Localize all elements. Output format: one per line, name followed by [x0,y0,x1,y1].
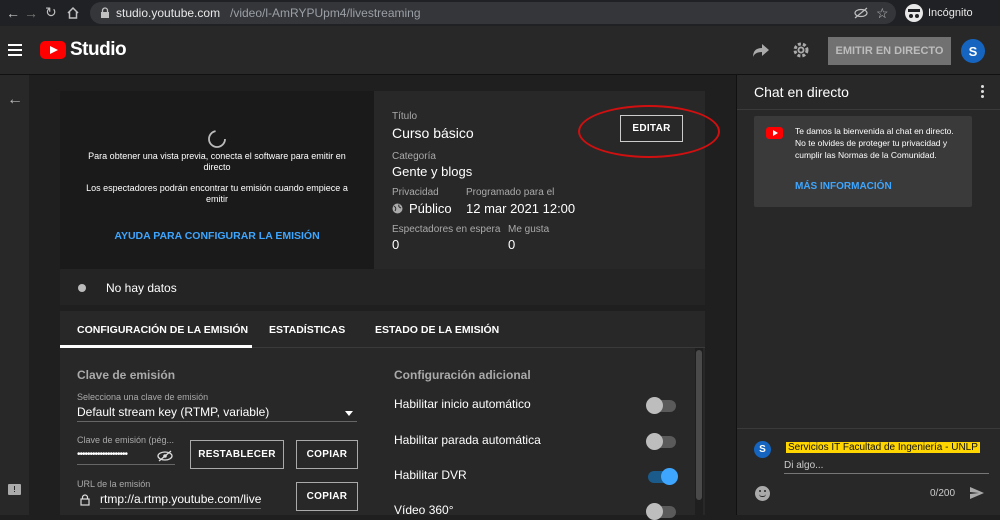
studio-logo-text: Studio [70,39,127,60]
incognito-label: Incógnito [928,7,973,19]
video-360-toggle[interactable] [646,503,676,520]
stream-url-label: URL de la emisión [77,479,151,489]
scrollbar-thumb[interactable] [696,350,702,500]
home-icon[interactable] [66,6,80,20]
auto-stop-label: Habilitar parada automática [394,433,541,447]
dvr-toggle[interactable] [648,468,678,485]
dvr-label: Habilitar DVR [394,468,467,482]
copy-url-button[interactable]: COPIAR [296,482,358,511]
youtube-logo-icon [766,127,783,139]
scheduled-label: Programado para el [466,187,555,198]
left-rail: ← [0,75,29,515]
tab-bar: CONFIGURACIÓN DE LA EMISIÓN ESTADÍSTICAS… [60,311,705,348]
category-value: Gente y blogs [392,164,473,179]
chat-input-divider [737,428,1000,429]
stream-details-panel: Título Curso básico EDITAR Categoría Gen… [374,91,720,269]
more-info-link[interactable]: MÁS INFORMACIÓN [795,181,892,192]
incognito-icon [905,4,923,22]
status-row: No hay datos [60,269,705,305]
send-icon[interactable] [969,486,985,500]
welcome-card: Te damos la bienvenida al chat en direct… [754,116,972,207]
chat-message-input[interactable]: Di algo... [784,458,989,474]
char-counter: 0/200 [930,488,956,499]
stream-key-select-value: Default stream key (RTMP, variable) [77,405,270,419]
feedback-icon[interactable] [8,484,21,495]
go-live-button[interactable]: EMITIR EN DIRECTO [828,37,951,65]
likes-label: Me gusta [508,224,550,235]
url-domain: studio.youtube.com [116,6,221,20]
tab-statistics[interactable]: ESTADÍSTICAS [269,324,345,336]
auto-stop-toggle[interactable] [646,433,676,450]
forward-arrow-icon[interactable]: → [24,6,38,20]
stream-key-title: Clave de emisión [77,368,176,382]
reload-icon[interactable]: ↻ [45,5,57,19]
status-text: No hay datos [106,281,177,295]
chat-divider [737,109,1000,110]
stream-key-field-label: Clave de emisión (pég... [77,435,175,445]
stream-key-select-label: Selecciona una clave de emisión [77,392,209,402]
additional-settings-title: Configuración adicional [394,368,531,382]
lock-icon [101,7,109,18]
avatar[interactable]: S [961,39,985,63]
star-icon[interactable]: ☆ [876,6,889,20]
copy-key-button[interactable]: COPIAR [296,440,358,469]
tab-stream-settings[interactable]: CONFIGURACIÓN DE LA EMISIÓN [77,324,248,336]
auto-start-toggle[interactable] [646,397,676,414]
chat-title: Chat en directo [754,84,849,100]
menu-icon[interactable] [8,44,22,56]
back-arrow-icon[interactable]: ← [6,6,20,20]
stream-key-value: •••••••••••••••••••• [77,449,128,460]
scrollbar[interactable] [695,348,703,515]
chat-author-label: Servicios IT Facultad de Ingeniería - UN… [786,442,980,453]
privacy-value: Público [409,201,452,216]
youtube-logo-icon[interactable] [40,41,66,59]
dropdown-arrow-icon [345,411,353,416]
title-label: Título [392,111,418,122]
help-setup-link[interactable]: AYUDA PARA CONFIGURAR LA EMISIÓN [60,230,374,242]
visibility-off-icon[interactable] [157,450,173,462]
stream-url-field[interactable]: rtmp://a.rtmp.youtube.com/live [100,491,261,509]
tab-stream-health[interactable]: ESTADO DE LA EMISIÓN [375,324,499,336]
url-path: /video/l-AmRYPUpm4/livestreaming [230,6,421,20]
gear-icon[interactable] [792,41,810,59]
welcome-text: Te damos la bienvenida al chat en direct… [795,126,954,160]
browser-toolbar: ← → ↻ studio.youtube.com /video/l-AmRYPU… [0,0,1000,26]
eye-off-icon[interactable] [854,7,868,19]
settings-panel: CONFIGURACIÓN DE LA EMISIÓN ESTADÍSTICAS… [60,311,705,520]
title-value: Curso básico [392,125,474,141]
reset-key-button[interactable]: RESTABLECER [190,440,284,469]
globe-icon [392,203,403,214]
stream-key-select[interactable]: Default stream key (RTMP, variable) [77,404,357,422]
lock-icon [80,494,90,506]
scheduled-value: 12 mar 2021 12:00 [466,201,576,216]
chat-input-placeholder: Di algo... [784,460,824,471]
studio-header: Studio EMITIR EN DIRECTO S [0,26,1000,75]
emoji-icon[interactable] [755,486,770,501]
loading-spinner-icon [208,130,226,148]
auto-start-label: Habilitar inicio automático [394,397,531,411]
preview-panel: Para obtener una vista previa, conecta e… [60,91,374,269]
waiting-viewers-value: 0 [392,237,400,252]
status-dot-icon [78,284,86,292]
preview-hint-text: Para obtener una vista previa, conecta e… [88,151,346,172]
waiting-viewers-label: Espectadores en espera [392,224,501,235]
stream-url-value: rtmp://a.rtmp.youtube.com/live [100,492,261,506]
highlight-annotation [578,105,720,158]
back-icon[interactable]: ← [7,91,23,109]
likes-value: 0 [508,237,516,252]
live-chat-panel: Chat en directo Te damos la bienvenida a… [736,75,1000,515]
address-bar[interactable]: studio.youtube.com /video/l-AmRYPUpm4/li… [90,2,896,24]
privacy-label: Privacidad [392,187,439,198]
chat-author-name: Servicios IT Facultad de Ingeniería - UN… [784,441,982,454]
more-options-icon[interactable] [981,85,984,98]
preview-viewers-text: Los espectadores podrán encontrar tu emi… [86,183,348,204]
main-content: Para obtener una vista previa, conecta e… [29,75,736,520]
active-tab-indicator [60,345,252,348]
chat-avatar: S [754,441,771,458]
share-arrow-icon[interactable] [752,42,770,58]
category-label: Categoría [392,151,436,162]
